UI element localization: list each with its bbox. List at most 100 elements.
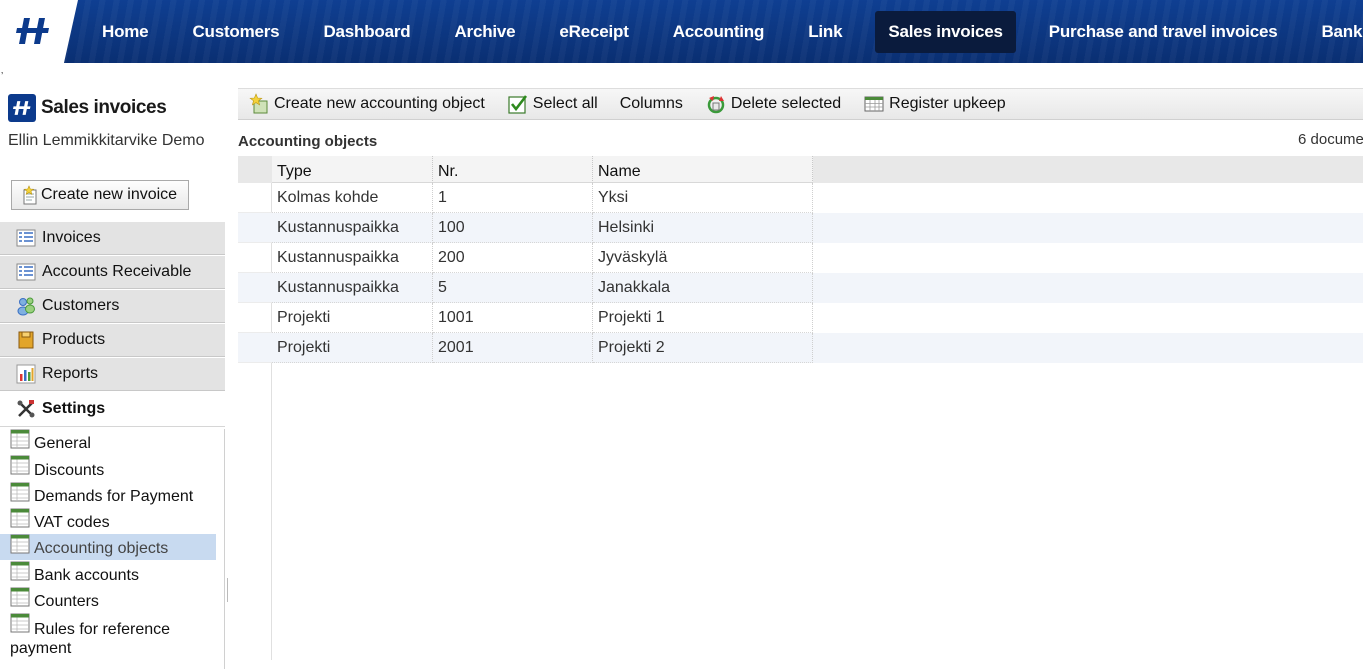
- column-header-type[interactable]: Type: [272, 156, 433, 183]
- document-count: 6 docume: [1298, 131, 1363, 148]
- nav-home[interactable]: Home: [80, 11, 170, 53]
- people-icon: [15, 296, 37, 316]
- register-upkeep-button[interactable]: Register upkeep: [863, 93, 1006, 115]
- nav-accounting[interactable]: Accounting: [651, 11, 787, 53]
- new-document-icon: [23, 185, 37, 205]
- select-all-label: Select all: [532, 95, 598, 112]
- delete-selected-button[interactable]: Delete selected: [705, 93, 841, 115]
- row-selector[interactable]: [238, 213, 272, 243]
- app-title: Sales invoices: [41, 97, 167, 118]
- app-brand: Sales invoices: [8, 94, 167, 122]
- settings-item-label: VAT codes: [34, 514, 110, 532]
- table-icon: [10, 482, 30, 502]
- sidebar-resize-handle[interactable]: [227, 578, 229, 602]
- row-selector[interactable]: [238, 273, 272, 303]
- table-icon: [10, 561, 30, 581]
- table-row[interactable]: Kustannuspaikka 100 Helsinki: [238, 213, 1363, 243]
- cell-type: Projekti: [272, 303, 433, 333]
- table-icon: [10, 455, 30, 475]
- nav-sales-invoices[interactable]: Sales invoices: [875, 10, 1016, 53]
- table-icon: [10, 508, 30, 528]
- settings-item-label: Discounts: [34, 461, 105, 479]
- cell-name: Janakkala: [593, 273, 813, 303]
- module-label: Settings: [42, 400, 106, 417]
- cell-nr: 200: [433, 243, 593, 273]
- grid-header: Type Nr. Name: [238, 156, 1363, 183]
- module-customers[interactable]: Customers: [0, 289, 225, 323]
- cell-nr: 100: [433, 213, 593, 243]
- column-header-nr[interactable]: Nr.: [433, 156, 593, 183]
- cell-name: Yksi: [593, 183, 813, 213]
- grid-header-corner: [238, 156, 272, 183]
- cell-type: Kolmas kohde: [272, 183, 433, 213]
- create-invoice-button[interactable]: Create new invoice: [11, 180, 189, 210]
- nav-customers[interactable]: Customers: [170, 11, 301, 53]
- module-invoices[interactable]: Invoices: [0, 221, 225, 255]
- row-selector[interactable]: [238, 303, 272, 333]
- create-invoice-label: Create new invoice: [41, 186, 178, 203]
- nav-link[interactable]: Link: [786, 11, 864, 53]
- cell-type: Projekti: [272, 333, 433, 363]
- settings-item-vat-codes[interactable]: VAT codes: [0, 508, 216, 534]
- row-selector[interactable]: [238, 183, 272, 213]
- app-logo-icon: [8, 94, 36, 122]
- settings-item-bank-accounts[interactable]: Bank accounts: [0, 560, 216, 586]
- checkbox-checked-icon: [508, 95, 527, 114]
- module-label: Invoices: [42, 229, 101, 246]
- module-label: Reports: [42, 365, 99, 382]
- cell-nr: 1001: [433, 303, 593, 333]
- module-label: Products: [42, 331, 106, 348]
- table-row[interactable]: Projekti 2001 Projekti 2: [238, 333, 1363, 363]
- select-all-button[interactable]: Select all: [507, 93, 598, 115]
- cell-type: Kustannuspaikka: [272, 213, 433, 243]
- module-accounts-receivable[interactable]: Accounts Receivable: [0, 255, 225, 289]
- cell-name: Projekti 2: [593, 333, 813, 363]
- nav-dashboard[interactable]: Dashboard: [301, 11, 432, 53]
- toolbar: Create new accounting object Select all …: [238, 88, 1363, 120]
- nav-archive[interactable]: Archive: [432, 11, 537, 53]
- nav-ereceipt[interactable]: eReceipt: [537, 11, 650, 53]
- register-upkeep-label: Register upkeep: [889, 95, 1006, 112]
- module-reports[interactable]: Reports: [0, 357, 225, 391]
- settings-item-accounting-objects[interactable]: Accounting objects: [0, 534, 216, 561]
- row-selector[interactable]: [238, 333, 272, 363]
- settings-item-demands-for-payment[interactable]: Demands for Payment: [0, 482, 216, 508]
- settings-item-label: Counters: [34, 593, 99, 611]
- settings-item-discounts[interactable]: Discounts: [0, 455, 216, 481]
- table-icon: [10, 587, 30, 607]
- nav-purchase-travel-invoices[interactable]: Purchase and travel invoices: [1027, 11, 1300, 53]
- table-row[interactable]: Projekti 1001 Projekti 1: [238, 303, 1363, 333]
- module-label: Customers: [42, 297, 120, 314]
- top-navigation: Home Customers Dashboard Archive eReceip…: [0, 0, 1363, 63]
- settings-item-reference-payment-rules[interactable]: Rules for reference payment: [0, 613, 216, 657]
- tools-icon: [15, 399, 37, 419]
- cell-name: Helsinki: [593, 213, 813, 243]
- settings-item-label: Accounting objects: [34, 540, 169, 558]
- module-products[interactable]: Products: [0, 323, 225, 357]
- table-row[interactable]: Kustannuspaikka 5 Janakkala: [238, 273, 1363, 303]
- spreadsheet-icon: [864, 96, 884, 112]
- cell-name: Projekti 1: [593, 303, 813, 333]
- row-selector[interactable]: [238, 243, 272, 273]
- nav-bank[interactable]: Bank: [1299, 11, 1363, 53]
- columns-label: Columns: [619, 95, 683, 112]
- settings-item-label: General: [34, 435, 91, 453]
- brand-logo-icon: [16, 18, 49, 44]
- table-icon: [10, 429, 30, 449]
- sidebar: Sales invoices Ellin Lemmikkitarvike Dem…: [0, 86, 229, 669]
- column-header-name[interactable]: Name: [593, 156, 813, 183]
- table-row[interactable]: Kolmas kohde 1 Yksi: [238, 183, 1363, 213]
- cell-type: Kustannuspaikka: [272, 273, 433, 303]
- bar-chart-icon: [15, 364, 37, 384]
- new-item-star-icon: [249, 93, 268, 114]
- settings-item-counters[interactable]: Counters: [0, 587, 216, 613]
- settings-item-general[interactable]: General: [0, 429, 216, 455]
- create-accounting-object-label: Create new accounting object: [274, 95, 485, 112]
- cell-nr: 5: [433, 273, 593, 303]
- table-row[interactable]: Kustannuspaikka 200 Jyväskylä: [238, 243, 1363, 273]
- columns-button[interactable]: Columns: [620, 95, 683, 113]
- stray-mark: ’: [1, 71, 4, 82]
- module-settings[interactable]: Settings: [0, 391, 225, 427]
- create-accounting-object-button[interactable]: Create new accounting object: [248, 93, 485, 115]
- nav-items: Home Customers Dashboard Archive eReceip…: [80, 0, 1363, 63]
